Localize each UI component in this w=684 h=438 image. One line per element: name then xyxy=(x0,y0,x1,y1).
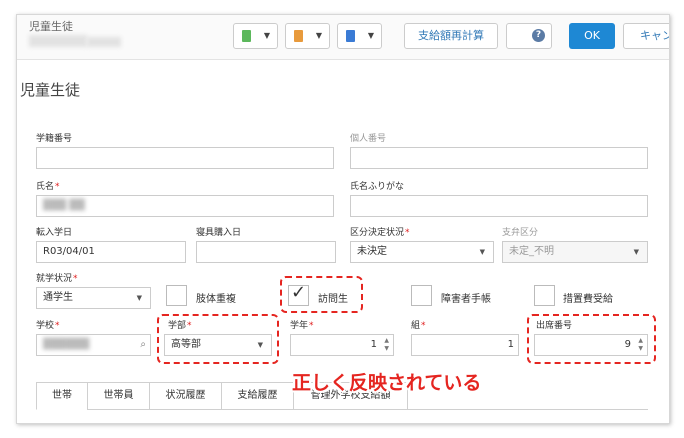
blue-clipboard-icon xyxy=(346,30,355,42)
blue-clipboard-button[interactable]: ▼ xyxy=(337,23,382,49)
caret-down-icon: ▼ xyxy=(633,248,639,256)
recalculate-payment-button[interactable]: 支給額再計算 xyxy=(404,23,498,49)
physical-disability-checkbox[interactable] xyxy=(166,285,187,306)
tab-payment-history[interactable]: 支給履歴 xyxy=(221,382,294,410)
highlight-box-attendance xyxy=(527,314,656,364)
tab-household[interactable]: 世帯 xyxy=(36,382,88,410)
measure-fee-checkbox[interactable] xyxy=(534,285,555,306)
highlight-box-home-visit xyxy=(280,276,363,313)
class-label: 組* xyxy=(411,321,426,331)
grade-input[interactable]: 1 ▲ ▼ xyxy=(290,334,394,356)
measure-fee-label: 措置費受給 xyxy=(563,294,613,305)
toolbar: 児童生徒 ▼ ▼ ▼ 支給額再計算 ? OK キャンセル xyxy=(17,15,669,60)
payment-category-select[interactable]: 未定_不明 ▼ xyxy=(502,241,648,263)
tab-household-members[interactable]: 世帯員 xyxy=(87,382,150,410)
category-status-label: 区分決定状況* xyxy=(350,228,410,238)
search-icon: ⌕ xyxy=(140,339,146,350)
orange-clipboard-icon xyxy=(294,30,303,42)
grade-label: 学年* xyxy=(290,321,314,331)
annotation-text: 正しく反映されている xyxy=(292,372,482,394)
purchase-date-label: 寝具購入日 xyxy=(196,228,242,238)
purchase-date-input[interactable] xyxy=(196,241,336,263)
transfer-date-input[interactable]: R03/04/01 xyxy=(36,241,186,263)
tab-status-history[interactable]: 状況履歴 xyxy=(149,382,222,410)
caret-down-icon: ▼ xyxy=(479,248,485,256)
caret-down-icon: ▼ xyxy=(136,294,142,302)
physical-disability-label: 肢体重複 xyxy=(196,294,236,305)
caret-down-icon: ▼ xyxy=(367,31,374,40)
help-icon: ? xyxy=(532,29,545,42)
school-input[interactable]: ██████ ⌕ xyxy=(36,334,151,356)
highlight-box-department xyxy=(157,314,279,364)
page-title: 児童生徒 xyxy=(20,81,81,99)
name-input[interactable]: ███ ██ xyxy=(36,195,334,217)
orange-clipboard-button[interactable]: ▼ xyxy=(285,23,330,49)
enroll-status-label: 就学状況* xyxy=(36,274,78,284)
personal-no-input[interactable] xyxy=(350,147,648,169)
blurred-text xyxy=(87,37,121,47)
school-label: 学校* xyxy=(36,321,60,331)
grade-value: 1 xyxy=(370,339,377,350)
transfer-date-label: 転入学日 xyxy=(36,228,73,238)
category-status-value: 未決定 xyxy=(357,246,387,257)
name-kana-label: 氏名ふりがな xyxy=(350,182,405,192)
caret-down-icon: ▼ xyxy=(263,31,270,40)
payment-category-label: 支弁区分 xyxy=(502,228,539,238)
class-input[interactable]: 1 xyxy=(411,334,519,356)
green-clipboard-icon xyxy=(242,30,251,42)
student-no-label: 学籍番号 xyxy=(36,134,73,144)
spinner-icon[interactable]: ▲ ▼ xyxy=(384,337,389,353)
personal-no-label: 個人番号 xyxy=(350,134,387,144)
green-clipboard-button[interactable]: ▼ xyxy=(233,23,278,49)
class-value: 1 xyxy=(507,339,514,350)
help-button[interactable]: ? xyxy=(506,23,552,49)
category-status-select[interactable]: 未決定 ▼ xyxy=(350,241,494,263)
student-no-input[interactable] xyxy=(36,147,334,169)
blurred-name: ███ ██ xyxy=(43,200,85,211)
enroll-status-select[interactable]: 通学生 ▼ xyxy=(36,287,151,309)
caret-down-icon: ▼ xyxy=(315,31,322,40)
disability-handbook-checkbox[interactable] xyxy=(411,285,432,306)
enroll-status-value: 通学生 xyxy=(43,292,73,303)
cancel-button[interactable]: キャンセル xyxy=(623,23,669,49)
name-label: 氏名* xyxy=(36,182,60,192)
blurred-school: ██████ xyxy=(43,339,90,350)
window-title: 児童生徒 xyxy=(29,20,73,33)
payment-category-value: 未定_不明 xyxy=(509,246,554,257)
disability-handbook-label: 障害者手帳 xyxy=(441,294,491,305)
ok-button[interactable]: OK xyxy=(569,23,615,49)
name-kana-input[interactable] xyxy=(350,195,648,217)
blurred-text xyxy=(29,35,87,47)
